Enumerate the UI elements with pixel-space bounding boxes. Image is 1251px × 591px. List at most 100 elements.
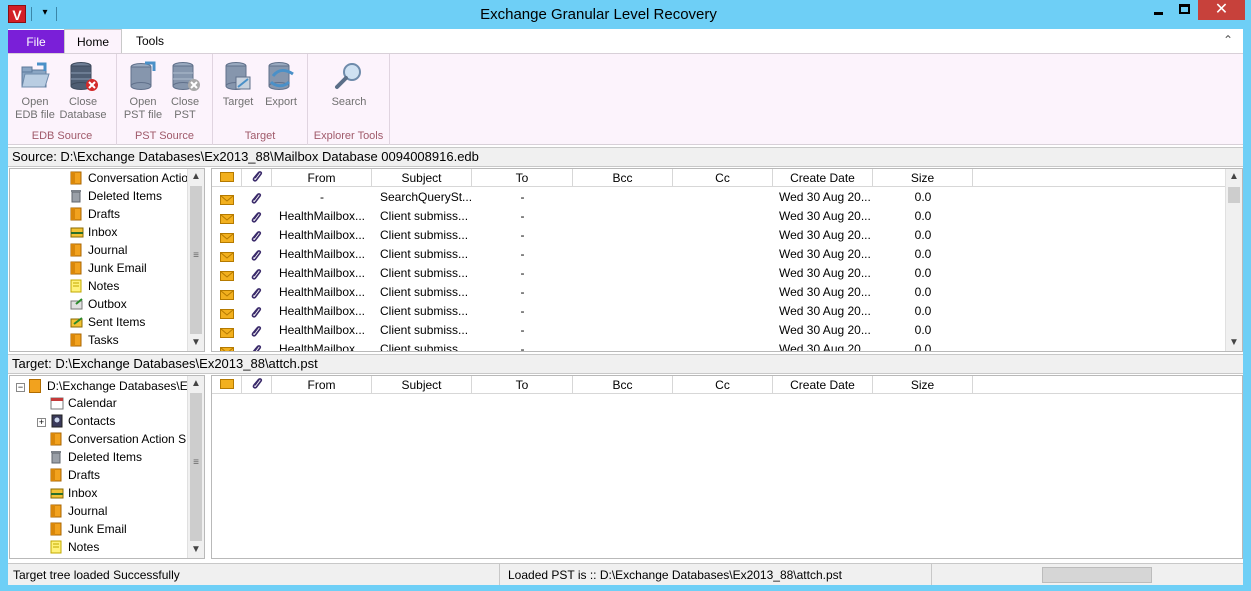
tree-item[interactable]: Outbox — [70, 295, 127, 313]
header-cc[interactable]: Cc — [673, 376, 773, 394]
open-pst-file-button[interactable]: Open PST file — [119, 60, 167, 122]
scroll-up-icon[interactable]: ▲ — [188, 376, 204, 392]
source-message-grid[interactable]: From Subject To Bcc Cc Create Date Size … — [211, 168, 1243, 352]
header-cc[interactable]: Cc — [673, 169, 773, 187]
tree-item[interactable]: Inbox — [50, 484, 97, 502]
header-subject[interactable]: Subject — [372, 376, 472, 394]
header-size[interactable]: Size — [873, 169, 973, 187]
tree-item[interactable]: Conversation Action S — [50, 430, 186, 448]
maximize-button[interactable] — [1171, 0, 1198, 20]
close-pst-button[interactable]: Close PST — [161, 60, 209, 122]
tree-item[interactable]: Inbox — [70, 223, 117, 241]
scroll-thumb[interactable]: ≡ — [190, 186, 202, 334]
scroll-down-icon[interactable]: ▼ — [188, 542, 204, 558]
table-row[interactable]: HealthMailbox... Client submiss... - Wed 30… — [212, 264, 1225, 283]
scroll-down-icon[interactable]: ▼ — [188, 335, 204, 351]
target-folder-tree[interactable]: − D:\Exchange Databases\Ex Calendar Contac… — [9, 375, 205, 559]
scroll-up-icon[interactable]: ▲ — [188, 169, 204, 185]
tree-item[interactable]: Junk Email — [50, 520, 127, 538]
table-row[interactable]: HealthMailbox... Client submiss... - Wed 30… — [212, 302, 1225, 321]
close-pst-icon — [172, 62, 200, 91]
tree-item[interactable]: Sent Items — [70, 313, 145, 331]
header-size[interactable]: Size — [873, 376, 973, 394]
table-row[interactable]: - SearchQuerySt... - Wed 30 Aug 20... 0.0 — [212, 188, 1225, 207]
paperclip-icon — [250, 207, 264, 226]
tree-item[interactable]: Drafts — [50, 466, 100, 484]
tab-home[interactable]: Home — [64, 29, 122, 53]
tab-file[interactable]: File — [8, 30, 64, 53]
tree-item[interactable]: Tasks — [70, 331, 119, 349]
header-bcc[interactable]: Bcc — [573, 376, 673, 394]
cell-date: Wed 30 Aug 20... — [779, 266, 871, 280]
maximize-icon — [1179, 4, 1190, 14]
header-to[interactable]: To — [472, 169, 573, 187]
target-message-grid[interactable]: From Subject To Bcc Cc Create Date Size — [211, 375, 1243, 559]
source-folder-tree[interactable]: Conversation Actio Deleted Items Drafts Inb… — [9, 168, 205, 352]
collapse-ribbon-icon[interactable]: ⌃ — [1223, 33, 1233, 47]
tree-item[interactable]: Conversation Actio — [70, 169, 188, 187]
header-create-date[interactable]: Create Date — [773, 376, 873, 394]
scroll-up-icon[interactable]: ▲ — [1226, 169, 1242, 185]
table-row[interactable]: HealthMailbox... Client submiss... - Wed 30… — [212, 340, 1225, 351]
header-create-date[interactable]: Create Date — [773, 169, 873, 187]
close-button[interactable]: ✕ — [1198, 0, 1245, 20]
open-edb-file-button[interactable]: Open EDB file — [11, 60, 59, 122]
source-grid-scrollbar[interactable]: ▲ ▼ — [1225, 169, 1242, 351]
target-tree-root[interactable]: − D:\Exchange Databases\Ex — [16, 377, 194, 395]
paperclip-icon — [250, 340, 264, 351]
envelope-icon — [220, 283, 236, 302]
header-attachment[interactable] — [242, 376, 272, 394]
header-from[interactable]: From — [272, 169, 372, 187]
header-bcc[interactable]: Bcc — [573, 169, 673, 187]
tree-item[interactable]: Journal — [70, 241, 127, 259]
tab-tools[interactable]: Tools — [122, 29, 178, 53]
target-button[interactable]: Target — [214, 60, 262, 109]
pst-folder-icon — [29, 379, 41, 393]
header-from[interactable]: From — [272, 376, 372, 394]
header-to[interactable]: To — [472, 376, 573, 394]
table-row[interactable]: HealthMailbox... Client submiss... - Wed 30… — [212, 245, 1225, 264]
search-button[interactable]: Search — [325, 60, 373, 109]
ribbon-group-label: PST Source — [134, 130, 195, 142]
table-row[interactable]: HealthMailbox... Client submiss... - Wed 30… — [212, 321, 1225, 340]
export-button[interactable]: Export — [257, 60, 305, 109]
cell-cc — [673, 321, 773, 340]
target-tree-scrollbar[interactable]: ▲ ≡ ▼ — [187, 376, 204, 558]
tree-item[interactable]: Drafts — [70, 205, 120, 223]
tree-item[interactable]: Deleted Items — [50, 448, 142, 466]
close-database-label-line2: Database — [59, 109, 107, 121]
tree-item-label: Drafts — [88, 207, 121, 221]
table-row[interactable]: HealthMailbox... Client submiss... - Wed 30… — [212, 207, 1225, 226]
header-read-status[interactable] — [212, 376, 242, 394]
tree-item[interactable]: Contacts — [50, 412, 115, 430]
close-database-button[interactable]: Close Database — [59, 60, 107, 122]
tree-item-label: Inbox — [68, 486, 98, 500]
minimize-icon — [1154, 12, 1163, 15]
source-tree-scrollbar[interactable]: ▲ ≡ ▼ — [187, 169, 204, 351]
header-subject[interactable]: Subject — [372, 169, 472, 187]
scroll-down-icon[interactable]: ▼ — [1226, 335, 1242, 351]
scroll-thumb[interactable]: ≡ — [190, 393, 202, 541]
expand-toggle-icon[interactable]: + — [37, 418, 46, 427]
tree-item[interactable]: Calendar — [50, 394, 117, 412]
tree-item[interactable]: Journal — [50, 502, 107, 520]
collapse-toggle-icon[interactable]: − — [16, 383, 25, 392]
cell-from: HealthMailbox... — [278, 228, 366, 242]
scroll-thumb[interactable] — [1228, 187, 1240, 203]
table-row[interactable]: HealthMailbox... Client submiss... - Wed 30… — [212, 226, 1225, 245]
header-attachment[interactable] — [242, 169, 272, 187]
cell-to: - — [520, 285, 525, 299]
tree-item[interactable]: Notes — [50, 538, 99, 556]
tree-item[interactable]: Notes — [70, 277, 119, 295]
window-frame-right — [1243, 53, 1251, 591]
header-read-status[interactable] — [212, 169, 242, 187]
paperclip-icon — [250, 226, 264, 245]
cell-subject: Client submiss... — [380, 209, 469, 223]
tree-item[interactable]: Deleted Items — [70, 187, 162, 205]
tree-item-label: Journal — [68, 504, 108, 518]
tree-item[interactable]: Junk Email — [70, 259, 147, 277]
minimize-button[interactable] — [1145, 0, 1171, 20]
envelope-icon — [220, 188, 236, 207]
folder-icon — [50, 432, 62, 446]
table-row[interactable]: HealthMailbox... Client submiss... - Wed 30… — [212, 283, 1225, 302]
